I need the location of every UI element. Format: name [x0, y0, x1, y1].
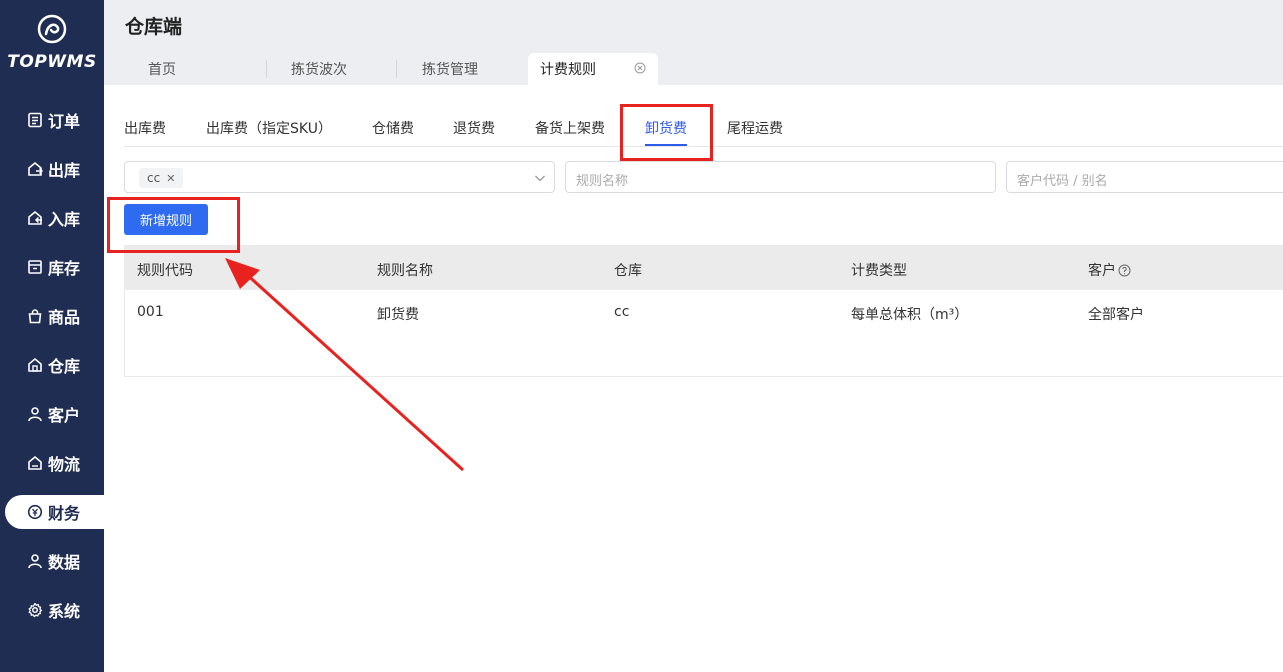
- sidebar-item-orders[interactable]: 订单: [0, 103, 104, 137]
- cell-rule-name: 卸货费: [377, 307, 419, 323]
- highlight-box-add-rule: [107, 197, 240, 253]
- warehouse-tag-label: cc: [147, 171, 161, 185]
- sidebar-item-label: 财务: [48, 504, 81, 523]
- subtab-return-fee[interactable]: 退货费: [453, 118, 495, 138]
- cell-warehouse: cc: [614, 304, 630, 320]
- subtab-last-mile-fee[interactable]: 尾程运费: [727, 118, 783, 138]
- logo-icon: [37, 14, 67, 44]
- rule-name-input[interactable]: 规则名称: [565, 161, 996, 193]
- cell-billing-type: 每单总体积（m³）: [851, 307, 969, 323]
- tab-label: 计费规则: [540, 62, 596, 78]
- inventory-icon: [26, 258, 44, 276]
- warehouse-tag: cc ✕: [139, 168, 184, 188]
- gear-icon: [26, 601, 44, 619]
- tab-billing-rules[interactable]: 计费规则: [528, 53, 658, 85]
- customer-placeholder: 客户代码 / 别名: [1017, 174, 1108, 189]
- header: 仓库端 首页 拣货波次 拣货管理 计费规则: [104, 0, 1283, 85]
- user-icon: [26, 405, 44, 423]
- sidebar-item-label: 系统: [48, 602, 81, 621]
- clipboard-icon: [26, 111, 44, 129]
- subtab-storage-fee[interactable]: 仓储费: [372, 118, 414, 138]
- subtab-outbound-fee-sku[interactable]: 出库费（指定SKU）: [206, 118, 332, 138]
- finance-icon: [26, 503, 44, 521]
- sidebar-item-inbound[interactable]: 入库: [0, 201, 104, 235]
- outbound-icon: [26, 160, 44, 178]
- sidebar-item-label: 库存: [48, 259, 81, 278]
- column-header-rule-code: 规则代码: [137, 263, 193, 279]
- rule-name-placeholder: 规则名称: [576, 174, 629, 189]
- logistics-icon: [26, 454, 44, 472]
- sidebar-item-label: 数据: [48, 553, 81, 572]
- column-header-customer: 客户: [1088, 260, 1131, 280]
- logo: TOPWMS: [0, 14, 104, 72]
- warehouse-icon: [26, 356, 44, 374]
- warehouse-select[interactable]: cc ✕: [124, 161, 555, 193]
- sidebar-item-logistics[interactable]: 物流: [0, 446, 104, 480]
- subtab-shelving-fee[interactable]: 备货上架费: [535, 118, 605, 138]
- sidebar-item-customers[interactable]: 客户: [0, 397, 104, 431]
- cell-customer: 全部客户: [1088, 307, 1144, 323]
- page-title: 仓库端: [125, 16, 183, 38]
- column-header-label: 客户: [1088, 263, 1116, 279]
- close-icon[interactable]: [634, 62, 646, 74]
- tab-separator: [396, 60, 397, 78]
- tab-separator: [266, 60, 267, 78]
- sidebar-item-label: 出库: [48, 161, 81, 180]
- logo-text: TOPWMS: [7, 52, 97, 72]
- sidebar-item-system[interactable]: 系统: [0, 593, 104, 627]
- help-icon[interactable]: [1118, 264, 1131, 277]
- sidebar-item-outbound[interactable]: 出库: [0, 152, 104, 186]
- sidebar-item-products[interactable]: 商品: [0, 299, 104, 333]
- subtab-outbound-fee[interactable]: 出库费: [124, 118, 166, 138]
- tab-picking-wave[interactable]: 拣货波次: [291, 53, 347, 85]
- column-header-rule-name: 规则名称: [377, 263, 433, 279]
- sidebar-item-warehouse[interactable]: 仓库: [0, 348, 104, 382]
- sidebar-item-label: 商品: [48, 308, 81, 327]
- table-header: 规则代码 规则名称 仓库 计费类型 客户: [125, 246, 1283, 290]
- sidebar: TOPWMS 订单 出库 入库 库存 商品 仓库 客户 物流 财务 数据 系统: [0, 0, 104, 672]
- sidebar-item-label: 仓库: [48, 357, 81, 376]
- tag-close-icon[interactable]: ✕: [166, 172, 175, 185]
- rules-table: 规则代码 规则名称 仓库 计费类型 客户 001 卸货费 cc 每单总体积（m³…: [124, 245, 1283, 377]
- sidebar-item-label: 客户: [48, 406, 81, 425]
- data-icon: [26, 552, 44, 570]
- column-header-billing-type: 计费类型: [851, 263, 907, 279]
- sidebar-item-finance[interactable]: 财务: [5, 495, 104, 529]
- customer-input[interactable]: 客户代码 / 别名: [1006, 161, 1283, 193]
- column-header-warehouse: 仓库: [614, 263, 642, 279]
- inbound-icon: [26, 209, 44, 227]
- sidebar-item-label: 入库: [48, 210, 81, 229]
- tab-home[interactable]: 首页: [148, 53, 176, 85]
- sidebar-item-data[interactable]: 数据: [0, 544, 104, 578]
- chevron-down-icon: [535, 175, 545, 182]
- cell-rule-code: 001: [137, 304, 164, 320]
- sidebar-item-label: 订单: [48, 112, 81, 131]
- sidebar-item-label: 物流: [48, 455, 81, 474]
- highlight-box-unloading-tab: [620, 104, 713, 161]
- sidebar-item-inventory[interactable]: 库存: [0, 250, 104, 284]
- bag-icon: [26, 307, 44, 325]
- tab-picking-management[interactable]: 拣货管理: [422, 53, 478, 85]
